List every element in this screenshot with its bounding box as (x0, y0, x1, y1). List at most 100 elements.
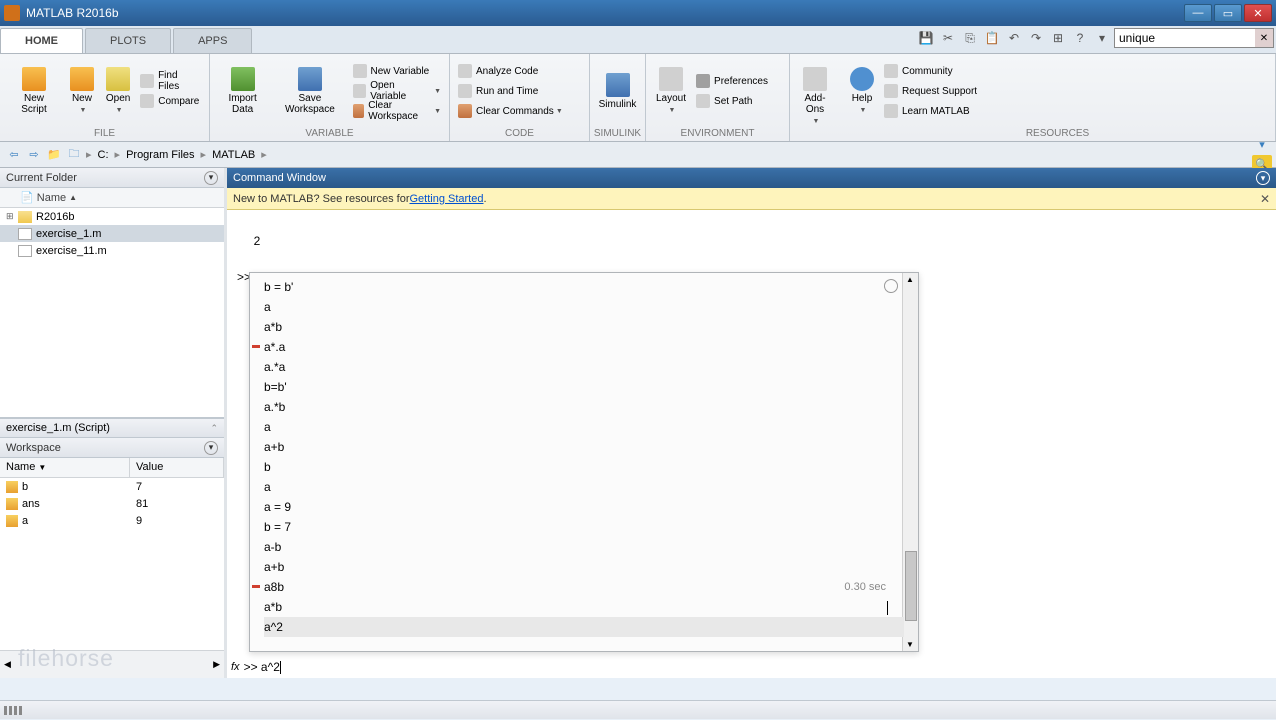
banner-close-button[interactable]: ✕ (1260, 192, 1270, 206)
m-file-icon (18, 228, 32, 240)
new-button[interactable]: New▼ (64, 63, 100, 120)
compare-button[interactable]: Compare (136, 91, 205, 111)
command-history-popup: ▲ ▼ b = b' a a*b a*.a a.*a b=b' a.*b a a… (249, 272, 919, 652)
file-details-panel[interactable]: exercise_1.m (Script) ⌃ (0, 418, 224, 438)
import-data-button[interactable]: Import Data (214, 63, 271, 119)
paste-quick-icon[interactable]: 📋 (982, 28, 1002, 48)
help-button[interactable]: Help▼ (844, 63, 880, 120)
set-path-button[interactable]: Set Path (692, 91, 772, 111)
history-line[interactable]: b = b' (264, 277, 904, 297)
history-line[interactable]: a*.a (264, 337, 904, 357)
learn-matlab-button[interactable]: Learn MATLAB (880, 101, 981, 121)
close-button[interactable]: ✕ (1244, 4, 1272, 22)
request-support-button[interactable]: Request Support (880, 81, 981, 101)
expand-icon[interactable]: ⊞ (6, 211, 18, 222)
search-clear-button[interactable]: ✕ (1255, 29, 1273, 47)
variable-group-label: VARIABLE (210, 128, 449, 141)
open-variable-button[interactable]: Open Variable▼ (349, 81, 445, 101)
browse-folder-button[interactable]: 🗀 (64, 145, 84, 165)
fx-icon[interactable]: fx (231, 661, 240, 673)
find-files-button[interactable]: Find Files (136, 71, 205, 91)
analyze-code-button[interactable]: Analyze Code (454, 61, 567, 81)
back-button[interactable]: ⇦ (4, 145, 24, 165)
new-script-button[interactable]: New Script (4, 63, 64, 119)
workspace-var-a[interactable]: a 9 (0, 512, 224, 529)
command-prompt[interactable]: fx >> a^2 (231, 660, 281, 674)
history-line[interactable]: a = 9 (264, 497, 904, 517)
history-line[interactable]: a.*b (264, 397, 904, 417)
name-column-header[interactable]: 📄 Name ▲ (0, 188, 224, 208)
command-window-body[interactable]: 2 >> a+b ▲ ▼ b = b' a a*b a*.a a.*a b=b' (227, 210, 1276, 678)
undo-quick-icon[interactable]: ↶ (1004, 28, 1024, 48)
cut-quick-icon[interactable]: ✂ (938, 28, 958, 48)
workspace-name-header[interactable]: Name ▼ (0, 458, 130, 477)
compare-icon (140, 94, 154, 108)
current-folder-menu-button[interactable]: ▾ (204, 171, 218, 185)
path-dropdown-button[interactable]: ▾ (1252, 135, 1272, 155)
tab-plots[interactable]: PLOTS (85, 28, 171, 53)
getting-started-link[interactable]: Getting Started (409, 193, 483, 205)
getting-started-banner: New to MATLAB? See resources for Getting… (227, 188, 1276, 210)
history-line[interactable]: a (264, 297, 904, 317)
addons-button[interactable]: Add-Ons▼ (794, 63, 836, 131)
workspace-var-ans[interactable]: ans 81 (0, 495, 224, 512)
folder-item-r2016b[interactable]: ⊞ R2016b (0, 208, 224, 225)
left-panel-scrollbar[interactable]: ◀ ▶ (0, 650, 224, 678)
history-line[interactable]: a*b (264, 317, 904, 337)
breadcrumb-matlab[interactable]: MATLAB (208, 149, 259, 161)
code-group-label: CODE (450, 128, 589, 141)
up-folder-button[interactable]: 📁 (44, 145, 64, 165)
minimize-button[interactable]: — (1184, 4, 1212, 22)
maximize-button[interactable]: ▭ (1214, 4, 1242, 22)
new-variable-button[interactable]: New Variable (349, 61, 445, 81)
history-line[interactable]: a (264, 417, 904, 437)
file-item-exercise11[interactable]: exercise_11.m (0, 242, 224, 259)
help-quick-icon[interactable]: ? (1070, 28, 1090, 48)
history-line[interactable]: a+b (264, 437, 904, 457)
breadcrumb-drive[interactable]: C: (94, 149, 113, 161)
history-line[interactable]: a8b0.30 sec (264, 577, 904, 597)
history-line[interactable]: b=b' (264, 377, 904, 397)
workspace-value-header[interactable]: Value (130, 458, 224, 477)
environment-group-label: ENVIRONMENT (646, 128, 789, 141)
history-line[interactable]: b = 7 (264, 517, 904, 537)
command-window-menu-button[interactable]: ▾ (1256, 171, 1270, 185)
history-line-selected[interactable]: a^2 (264, 617, 904, 637)
new-script-icon (22, 67, 46, 91)
status-bar (0, 700, 1276, 719)
m-file-icon (18, 245, 32, 257)
clear-commands-button[interactable]: Clear Commands▼ (454, 101, 567, 121)
command-window-header: Command Window ▾ (227, 168, 1276, 188)
open-button[interactable]: Open▼ (100, 63, 136, 120)
tab-home[interactable]: HOME (0, 28, 83, 53)
simulink-icon (606, 73, 630, 97)
history-line[interactable]: a+b (264, 557, 904, 577)
tab-apps[interactable]: APPS (173, 28, 252, 53)
dropdown-quick-icon[interactable]: ▾ (1092, 28, 1112, 48)
breadcrumb-program-files[interactable]: Program Files (122, 149, 198, 161)
history-line[interactable]: a.*a (264, 357, 904, 377)
workspace-var-b[interactable]: b 7 (0, 478, 224, 495)
community-button[interactable]: Community (880, 61, 981, 81)
forward-button[interactable]: ⇨ (24, 145, 44, 165)
doc-search-input[interactable] (1115, 31, 1255, 45)
preferences-button[interactable]: Preferences (692, 71, 772, 91)
layout-button[interactable]: Layout▼ (650, 63, 692, 120)
set-path-icon (696, 94, 710, 108)
history-line[interactable]: a-b (264, 537, 904, 557)
simulink-button[interactable]: Simulink (594, 69, 641, 114)
redo-quick-icon[interactable]: ↷ (1026, 28, 1046, 48)
variable-icon (6, 498, 18, 510)
save-workspace-button[interactable]: Save Workspace (271, 63, 348, 119)
run-and-time-button[interactable]: Run and Time (454, 81, 567, 101)
save-quick-icon[interactable]: 💾 (916, 28, 936, 48)
file-item-exercise1[interactable]: exercise_1.m (0, 225, 224, 242)
history-line[interactable]: a*b (264, 597, 904, 617)
windows-quick-icon[interactable]: ⊞ (1048, 28, 1068, 48)
support-icon (884, 84, 898, 98)
history-line[interactable]: b (264, 457, 904, 477)
history-line[interactable]: a (264, 477, 904, 497)
workspace-menu-button[interactable]: ▾ (204, 441, 218, 455)
clear-workspace-button[interactable]: Clear Workspace▼ (349, 101, 445, 121)
copy-quick-icon[interactable]: ⎘ (960, 28, 980, 48)
